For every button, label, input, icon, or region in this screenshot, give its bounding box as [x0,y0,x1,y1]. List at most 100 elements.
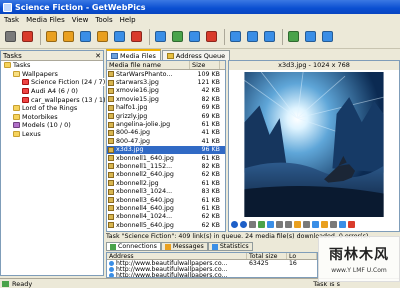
toolbar-button-14[interactable] [245,29,260,45]
file-row[interactable]: xbonnell3_640.jpg 61 KB [107,196,225,204]
file-name-cell: xmovie15.jpg [107,96,190,103]
preview-control-1[interactable] [231,221,238,228]
tree-item[interactable]: Models (10 / 0) [1,121,103,130]
file-row[interactable]: x3d3.jpg 96 KB [107,145,225,154]
tab-connections-label: Connections [118,243,157,250]
file-row[interactable]: xbonnell2.jpg 61 KB [107,179,225,187]
file-row[interactable]: xbonnell5_640.jpg 62 KB [107,221,225,229]
preview-control-12[interactable] [330,221,337,228]
tab-media-files[interactable]: Media Files [106,49,161,60]
tree-item[interactable]: Science Fiction (24 / 7) [1,78,106,87]
toolbar-button-6[interactable] [95,29,110,45]
toolbar-separator [40,28,41,45]
file-row[interactable]: xmovie15.jpg 82 KB [107,95,225,103]
preview-control-13[interactable] [339,221,346,228]
file-row[interactable]: xbonnell4_640.jpg 61 KB [107,204,225,212]
file-name: x3d3.jpg [116,146,144,154]
file-name-cell: x3d3.jpg [107,146,190,153]
tab-messages[interactable]: Messages [160,242,208,251]
file-size: 62 KB [201,171,220,179]
file-row[interactable]: xbonnell2_640.jpg 62 KB [107,171,225,179]
toolbar-button-15[interactable] [262,29,277,45]
file-row[interactable]: 800-47.jpg 41 KB [107,137,225,145]
tree-item[interactable]: Lexus [1,130,103,139]
tab-statistics[interactable]: Statistics [207,242,253,251]
connection-row[interactable]: http://www.beautifulwallpapers.co... [107,272,317,277]
toolbar-button-10[interactable] [170,29,185,45]
tree-item[interactable]: Audi A4 (6 / 0) [1,87,103,96]
file-name: starwars3.jpg [116,79,159,87]
toolbar-button-1[interactable] [3,29,18,45]
preview-control-8[interactable] [294,221,301,228]
preview-control-5[interactable] [267,221,274,228]
close-icon[interactable]: ✕ [95,52,101,60]
title-bar: Science Fiction - GetWebPics [0,0,400,14]
tree-item[interactable]: Wallpapers [1,70,103,79]
file-row[interactable]: xmovie16.jpg 42 KB [107,87,225,95]
toolbar-button-8[interactable] [129,29,144,45]
folder-icon [22,79,29,86]
tab-messages-label: Messages [172,243,204,250]
toolbar-button-5[interactable] [78,29,93,45]
file-size: 61 KB [201,154,220,162]
file-row[interactable]: grizzly.jpg 69 KB [107,112,225,120]
preview-control-14[interactable] [348,221,355,228]
toolbar-button-11[interactable] [187,29,202,45]
app-icon [3,2,12,12]
toolbar-button-13[interactable] [228,29,243,45]
toolbar-button-9[interactable] [153,29,168,45]
file-row[interactable]: StarWarsPhanto... 109 KB [107,70,225,78]
file-row[interactable]: angelina-jolie.jpg 61 KB [107,120,225,128]
file-row[interactable]: xbonnell1_640.jpg 61 KB [107,154,225,162]
toolbar-button-12[interactable] [204,29,219,45]
toolbar-button-4[interactable] [61,29,76,45]
file-name-cell: xbonnell2.jpg [107,180,190,187]
file-row[interactable]: halfo1.jpg 69 KB [107,104,225,112]
preview-control-2[interactable] [240,221,247,228]
file-size: 96 KB [201,146,220,154]
tree-item[interactable]: Motorbikes [1,113,103,122]
menu-task[interactable]: Task [4,16,19,24]
file-row[interactable]: 800-46.jpg 41 KB [107,129,225,137]
tree-item[interactable]: car_wallpapers (13 / 1) [1,95,106,104]
column-header-size[interactable]: Size [190,61,220,69]
connection-address-cell: http://www.beautifulwallpapers.co... [107,272,247,277]
tab-address-queue[interactable]: Address Queue [161,50,231,60]
image-file-icon [108,129,114,136]
toolbar-button-3[interactable] [44,29,59,45]
toolbar-button-7[interactable] [112,29,127,45]
preview-image [231,72,397,217]
tree-item[interactable]: Tasks [1,61,103,70]
tree-item-label: car_wallpapers (13 / 1) [31,95,106,104]
file-name: xmovie16.jpg [116,87,159,95]
preview-control-4[interactable] [258,221,265,228]
connections-column-header[interactable]: Address [107,253,247,259]
file-row[interactable]: xbonnell1_1152... 82 KB [107,162,225,170]
tree-item[interactable]: Lord of the Rings [1,104,103,113]
preview-control-6[interactable] [276,221,283,228]
file-name-cell: xbonnell4_1024... [107,213,190,220]
connections-column-header[interactable]: Lo [287,253,317,259]
preview-control-3[interactable] [249,221,256,228]
preview-control-11[interactable] [321,221,328,228]
menu-media-files[interactable]: Media Files [26,16,65,24]
file-row[interactable]: starwars3.jpg 121 KB [107,78,225,86]
toolbar-button-2[interactable] [20,29,35,45]
preview-control-10[interactable] [312,221,319,228]
preview-control-9[interactable] [303,221,310,228]
file-size: 61 KB [201,121,220,129]
menu-tools[interactable]: Tools [95,16,112,24]
toolbar-button-16[interactable] [286,29,301,45]
connections-column-header[interactable]: Total size [247,253,287,259]
file-row[interactable]: xbonnell3_1024... 83 KB [107,187,225,195]
menu-view[interactable]: View [72,16,89,24]
column-header-name[interactable]: Media file name [107,61,190,69]
file-name: xbonnell2_640.jpg [116,171,174,179]
file-row[interactable]: xbonnell4_1024... 62 KB [107,213,225,221]
toolbar-button-17[interactable] [303,29,318,45]
menu-help[interactable]: Help [120,16,136,24]
tab-connections[interactable]: Connections [106,242,161,251]
preview-control-7[interactable] [285,221,292,228]
toolbar-button-18[interactable] [320,29,335,45]
file-name-cell: xbonnell2_640.jpg [107,171,190,178]
